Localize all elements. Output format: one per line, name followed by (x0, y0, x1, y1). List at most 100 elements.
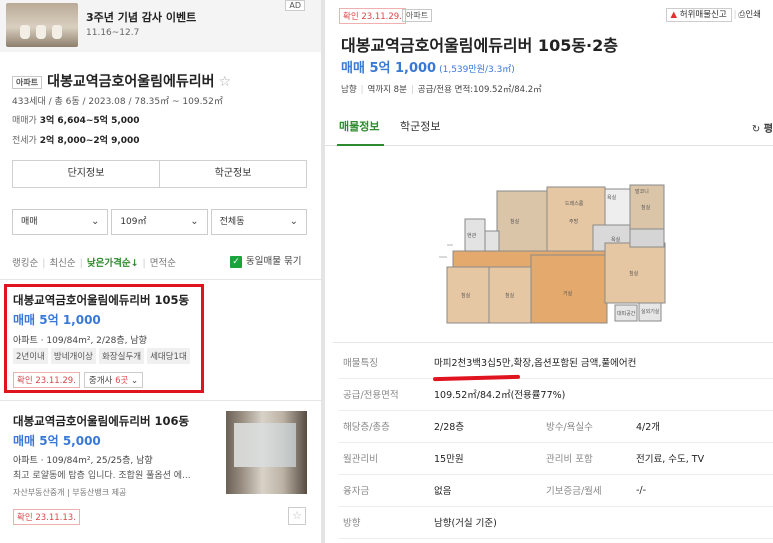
lease-price-value: 2억 8,000~2억 9,000 (39, 136, 140, 146)
confirm-badge: 확인 23.11.29. (339, 8, 406, 24)
listing-spec: 아파트 · 109/84m², 25/25층, 남향 (13, 456, 153, 466)
sort-ranking[interactable]: 랭킹순 (12, 258, 38, 269)
info-key: 방향 (339, 506, 434, 539)
complex-title: 아파트 대봉교역금호어울림에듀리버 ☆ (12, 71, 231, 91)
room-label: 침실 (510, 218, 520, 225)
info-row: 공급/전용면적 109.52㎡/84.2㎡(전용률77%) (339, 378, 773, 411)
print-button[interactable]: ⎙인쇄 (739, 10, 761, 20)
complex-info: 433세대 / 총 6동 / 2023.08 / 78.35㎡ ~ 109.52… (12, 97, 223, 107)
active-tab-underline (337, 144, 384, 146)
complex-info-button[interactable]: 단지정보 (13, 161, 159, 187)
listing-price: 매매 5억 5,000 (13, 434, 101, 448)
room-label: 거실 (563, 290, 573, 297)
meta-station: 역까지 8분 (367, 85, 407, 95)
chevron-down-icon: ⌄ (190, 216, 199, 227)
tab-listing-info[interactable]: 매물정보 (339, 118, 379, 134)
area-toggle-label: 평 (763, 124, 773, 135)
wall-line (439, 244, 453, 258)
report-label: 허위매물신고 (679, 10, 727, 20)
complex-type-tag: 아파트 (12, 75, 43, 89)
room-label: 침실 (461, 292, 471, 299)
area-select[interactable]: 109㎡ ⌄ (111, 209, 208, 235)
event-banner[interactable]: 3주년 기념 감사 이벤트 11.16~12.7 AD (0, 0, 321, 52)
info-key: 해당층/총층 (339, 410, 434, 443)
info-value: 남향(거실 기준) (434, 506, 773, 539)
detail-price-value: 매매 5억 1,000 (341, 61, 437, 76)
room-label: 침실 (505, 292, 515, 299)
sale-price-row: 매매가 3억 6,604~5억 5,000 (12, 113, 140, 126)
info-key: 관리비 포함 (546, 442, 636, 475)
floor-plan-image: 침실 드레스룸 욕실 발코니 현관 침실 욕실 거실 침실 침실 주방 침실 대… (439, 184, 666, 324)
ad-badge: AD (285, 0, 305, 11)
listing-footer: 확인 23.11.13. (13, 509, 80, 525)
info-value: 109.52㎡/84.2㎡(전용률77%) (434, 378, 773, 411)
room-label: 침실 (641, 204, 651, 211)
checkbox-checked-icon[interactable]: ✓ (230, 255, 242, 268)
lease-price-label: 전세가 (12, 136, 37, 146)
info-value: -/- (636, 474, 773, 507)
sort-options: 랭킹순 | 최신순 | 낮은가격순↓ | 면적순 (12, 258, 176, 269)
info-value: 전기료, 수도, TV (636, 442, 773, 475)
same-listing-toggle[interactable]: ✓ 동일매물 묶기 (230, 253, 301, 268)
info-key: 기보증금/월세 (546, 474, 636, 507)
school-info-button[interactable]: 학군정보 (159, 161, 306, 187)
banner-title: 3주년 기념 감사 이벤트 (86, 11, 197, 24)
same-listing-label: 동일매물 묶기 (246, 256, 302, 267)
listing-photo[interactable] (226, 411, 307, 494)
room-label: 침실 (629, 270, 639, 277)
favorite-star-icon[interactable]: ☆ (219, 74, 232, 90)
chevron-down-icon: ⌄ (289, 216, 298, 227)
info-key: 공급/전용면적 (339, 378, 434, 411)
room-label: 대피공간 (617, 310, 636, 317)
room-label: 실외기실 (641, 308, 660, 315)
building-value: 전체동 (219, 217, 245, 227)
chevron-down-icon: ⌄ (90, 216, 100, 227)
listing-panel: 3주년 기념 감사 이벤트 11.16~12.7 AD 아파트대봉교역금호어울림… (0, 0, 321, 543)
detail-tabs: 매물정보 학군정보 ↻ 평 (325, 106, 773, 146)
room (496, 190, 548, 252)
area-toggle[interactable]: ↻ 평 (752, 120, 773, 135)
info-key: 방수/욕실수 (546, 410, 636, 443)
tab-school-info[interactable]: 학군정보 (400, 118, 440, 134)
info-row: 방향 남향(거실 기준) (339, 506, 773, 539)
complex-buttons: 단지정보 학군정보 (12, 160, 307, 188)
complex-name: 대봉교역금호어울림에듀리버 (47, 74, 215, 90)
favorite-star-icon[interactable]: ☆ (288, 507, 306, 525)
detail-actions: ▲ 허위매물신고 | ⎙인쇄 (665, 8, 761, 22)
meta-direction: 남향 (341, 85, 357, 95)
detail-price: 매매 5억 1,000 (1,539만원/3.3㎡) (341, 57, 515, 76)
sale-price-value: 3억 6,604~5억 5,000 (39, 116, 140, 126)
info-row: 융자금 없음 기보증금/월세 -/- (339, 474, 773, 507)
detail-panel: 확인 23.11.29. 아파트 ▲ 허위매물신고 | ⎙인쇄 대봉교역금호어울림에… (325, 0, 773, 543)
sort-area[interactable]: 면적순 (150, 258, 176, 269)
sort-latest[interactable]: 최신순 (49, 258, 75, 269)
trade-type-select[interactable]: 매매 ⌄ (12, 209, 109, 235)
building-select[interactable]: 전체동 ⌄ (210, 209, 307, 235)
room (530, 254, 608, 324)
meta-area: 공급/전용 면적:109.52㎡/84.2㎡ (417, 85, 542, 95)
listing-agency: 자산부동산중개 | 부동산뱅크 제공 (13, 488, 127, 497)
info-value: 15만원 (434, 442, 546, 475)
siren-icon: ▲ (670, 10, 678, 20)
listing-name[interactable]: 대봉교역금호어울림에듀리버 106동 (13, 413, 189, 429)
info-row: 월관리비 15만원 관리비 포함 전기료, 수도, TV (339, 442, 773, 475)
detail-type-tag: 아파트 (402, 9, 433, 22)
refresh-icon: ↻ (751, 124, 761, 135)
info-value: 4/2개 (636, 410, 773, 443)
listing-info-table: 매물특징 마피2천3백3십5만,확장,옵션포함된 금액,풀에어컨 공급/전용면적… (339, 346, 773, 539)
info-value: 2/28층 (434, 410, 546, 443)
room-label: 욕실 (607, 194, 617, 201)
detail-price-per: (1,539만원/3.3㎡) (439, 65, 515, 75)
sort-low-price[interactable]: 낮은가격순↓ (87, 258, 139, 269)
area-value: 109㎡ (120, 217, 147, 227)
room-label: 발코니 (635, 188, 649, 195)
info-key: 월관리비 (339, 442, 434, 475)
info-value: 마피2천3백3십5만,확장,옵션포함된 금액,풀에어컨 (434, 346, 773, 379)
floor-plan[interactable]: 침실 드레스룸 욕실 발코니 현관 침실 욕실 거실 침실 침실 주방 침실 대… (325, 147, 773, 342)
banner-dates: 11.16~12.7 (86, 28, 140, 38)
room-label: 욕실 (611, 236, 621, 243)
banner-image (6, 3, 78, 47)
info-row: 매물특징 마피2천3백3십5만,확장,옵션포함된 금액,풀에어컨 (339, 346, 773, 379)
report-button[interactable]: ▲ 허위매물신고 (665, 8, 732, 22)
listing-description: 최고 로얄동에 탑층 입니다. 조합원 풀옵션 에... (13, 471, 191, 481)
